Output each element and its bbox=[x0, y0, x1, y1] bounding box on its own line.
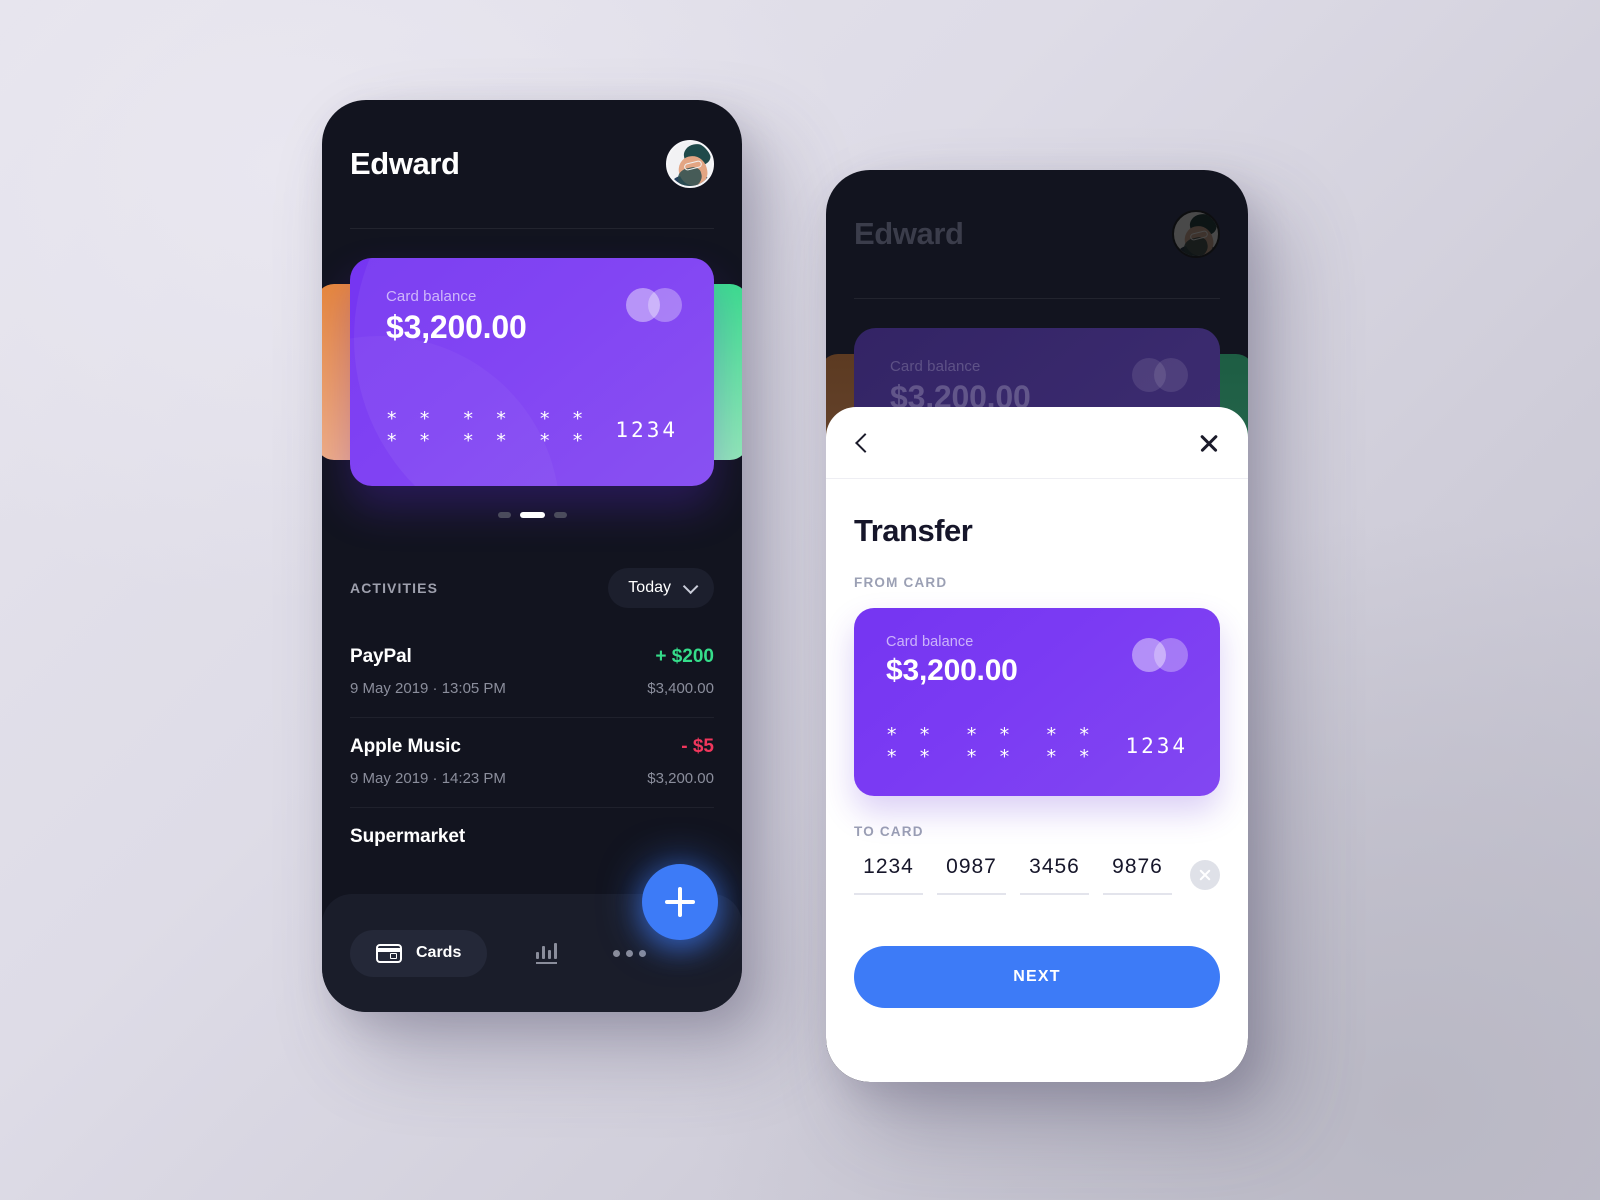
dashboard-screen: Edward Card balance $3,200.00 * * * * * … bbox=[322, 100, 742, 1012]
from-card-number-last4: 1234 bbox=[1125, 734, 1189, 758]
next-button-label: NEXT bbox=[1013, 968, 1061, 985]
dashboard-header-dimmed: Edward bbox=[826, 170, 1248, 298]
table-row[interactable]: Apple Music - $5 9 May 2019 · 14:23 PM $… bbox=[350, 718, 714, 808]
mastercard-icon bbox=[1132, 638, 1188, 672]
from-card-number-group-2: * * * * bbox=[965, 724, 1016, 768]
avatar-dimmed bbox=[1172, 210, 1220, 258]
pagination-dot[interactable] bbox=[553, 512, 567, 518]
to-card-inputs: 1234 0987 3456 9876 bbox=[854, 855, 1220, 895]
transaction-amount: + $200 bbox=[655, 646, 714, 667]
card-number-last4: 1234 bbox=[615, 418, 678, 442]
ellipsis-icon bbox=[613, 949, 621, 957]
avatar[interactable] bbox=[666, 140, 714, 188]
next-button[interactable]: NEXT bbox=[854, 946, 1220, 1008]
transaction-date: 9 May 2019 · 14:23 PM bbox=[350, 770, 506, 787]
to-card-input-2[interactable]: 0987 bbox=[937, 855, 1006, 895]
right-phone-transfer: Edward Card balance $3,200.00 Transfer F… bbox=[826, 170, 1248, 1082]
nav-item-cards-label: Cards bbox=[416, 944, 462, 961]
header-divider bbox=[350, 228, 714, 229]
page-title: Edward bbox=[350, 146, 460, 181]
nav-item-cards[interactable]: Cards bbox=[350, 929, 488, 977]
activities-title: ACTIVITIES bbox=[350, 580, 439, 596]
page-title-dimmed: Edward bbox=[854, 216, 964, 251]
left-phone-dashboard: Edward Card balance $3,200.00 * * * * * … bbox=[322, 100, 742, 1012]
card-number-group-2: * * * * bbox=[462, 408, 512, 452]
card-number: * * * * * * * * * * * * 1234 bbox=[386, 408, 678, 452]
active-credit-card[interactable]: Card balance $3,200.00 * * * * * * * * *… bbox=[350, 258, 714, 486]
table-row[interactable]: Supermarket bbox=[350, 808, 714, 868]
transfer-title: Transfer bbox=[854, 513, 973, 548]
card-number-group-1: * * * * bbox=[386, 408, 436, 452]
chevron-left-icon[interactable] bbox=[855, 432, 875, 453]
transaction-name: PayPal bbox=[350, 646, 412, 667]
to-card-input-3[interactable]: 3456 bbox=[1020, 855, 1089, 895]
close-icon[interactable] bbox=[1198, 432, 1220, 454]
to-card-input-1[interactable]: 1234 bbox=[854, 855, 923, 895]
transaction-name: Apple Music bbox=[350, 736, 461, 757]
pagination-dot-active[interactable] bbox=[519, 512, 545, 518]
transaction-date: 9 May 2019 · 13:05 PM bbox=[350, 680, 506, 697]
mastercard-icon-dimmed bbox=[1132, 358, 1188, 392]
activities-header: ACTIVITIES Today bbox=[350, 562, 714, 614]
to-card-label: TO CARD bbox=[854, 824, 924, 839]
add-transaction-fab[interactable] bbox=[642, 864, 718, 940]
mastercard-icon bbox=[626, 288, 682, 322]
credit-card-icon bbox=[376, 943, 402, 963]
chevron-down-icon bbox=[682, 578, 699, 594]
transfer-modal-sheet: Transfer FROM CARD Card balance $3,200.0… bbox=[826, 407, 1248, 1082]
transactions-list: PayPal + $200 9 May 2019 · 13:05 PM $3,4… bbox=[350, 628, 714, 868]
card-carousel[interactable]: Card balance $3,200.00 * * * * * * * * *… bbox=[322, 258, 742, 486]
transaction-balance: $3,200.00 bbox=[647, 770, 714, 787]
from-card-label: FROM CARD bbox=[854, 575, 948, 590]
table-row[interactable]: PayPal + $200 9 May 2019 · 13:05 PM $3,4… bbox=[350, 628, 714, 718]
transfer-modal-body: Transfer FROM CARD Card balance $3,200.0… bbox=[826, 479, 1248, 895]
activities-filter-dropdown[interactable]: Today bbox=[608, 568, 714, 608]
from-card-number: * * * * * * * * * * * * 1234 bbox=[886, 724, 1188, 768]
from-card-selected[interactable]: Card balance $3,200.00 * * * * * * * * *… bbox=[854, 608, 1220, 796]
pagination-dot[interactable] bbox=[497, 512, 511, 518]
nav-item-stats[interactable] bbox=[517, 942, 575, 964]
transaction-name: Supermarket bbox=[350, 826, 466, 847]
transfer-modal-toolbar bbox=[826, 407, 1248, 479]
clear-circle-icon[interactable] bbox=[1190, 859, 1220, 890]
carousel-pagination[interactable] bbox=[322, 512, 742, 518]
bar-chart-icon bbox=[535, 942, 557, 964]
nav-item-more[interactable] bbox=[613, 949, 647, 957]
activities-filter-label: Today bbox=[628, 579, 671, 596]
header-divider-dimmed bbox=[854, 298, 1220, 299]
transaction-balance: $3,400.00 bbox=[647, 680, 714, 697]
from-card-number-group-1: * * * * bbox=[886, 724, 936, 768]
card-number-group-3: * * * * bbox=[538, 408, 589, 452]
from-card-number-group-3: * * * * bbox=[1045, 724, 1095, 768]
dashboard-header: Edward bbox=[322, 100, 742, 228]
transaction-amount: - $5 bbox=[681, 736, 714, 757]
to-card-input-4[interactable]: 9876 bbox=[1103, 855, 1172, 895]
